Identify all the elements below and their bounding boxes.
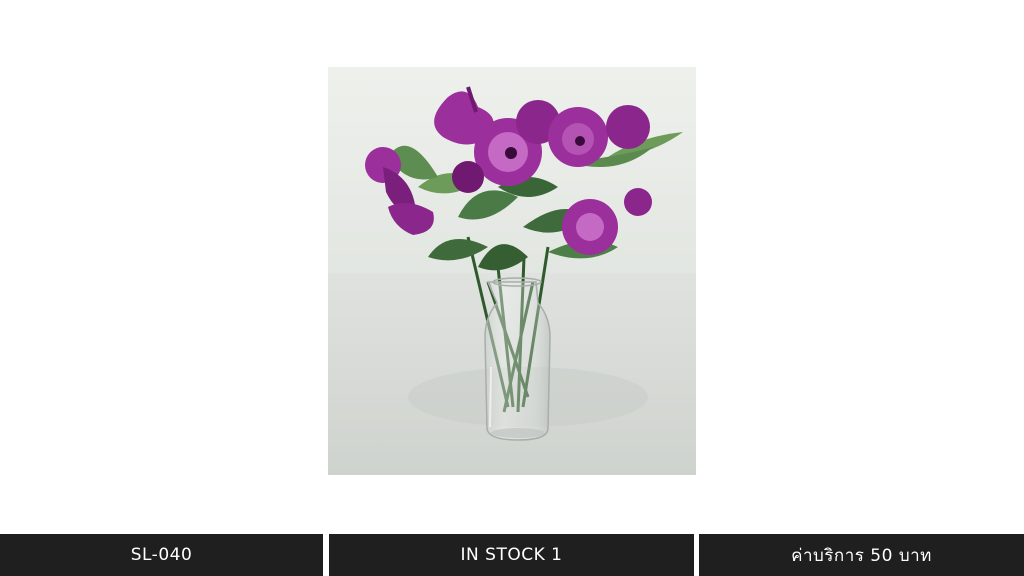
product-photo xyxy=(328,67,696,475)
sku-label: SL-040 xyxy=(0,534,323,576)
service-price: ค่าบริการ 50 บาท xyxy=(699,534,1024,576)
stock-status: IN STOCK 1 xyxy=(329,534,694,576)
pansy-bouquet-image xyxy=(328,67,696,475)
